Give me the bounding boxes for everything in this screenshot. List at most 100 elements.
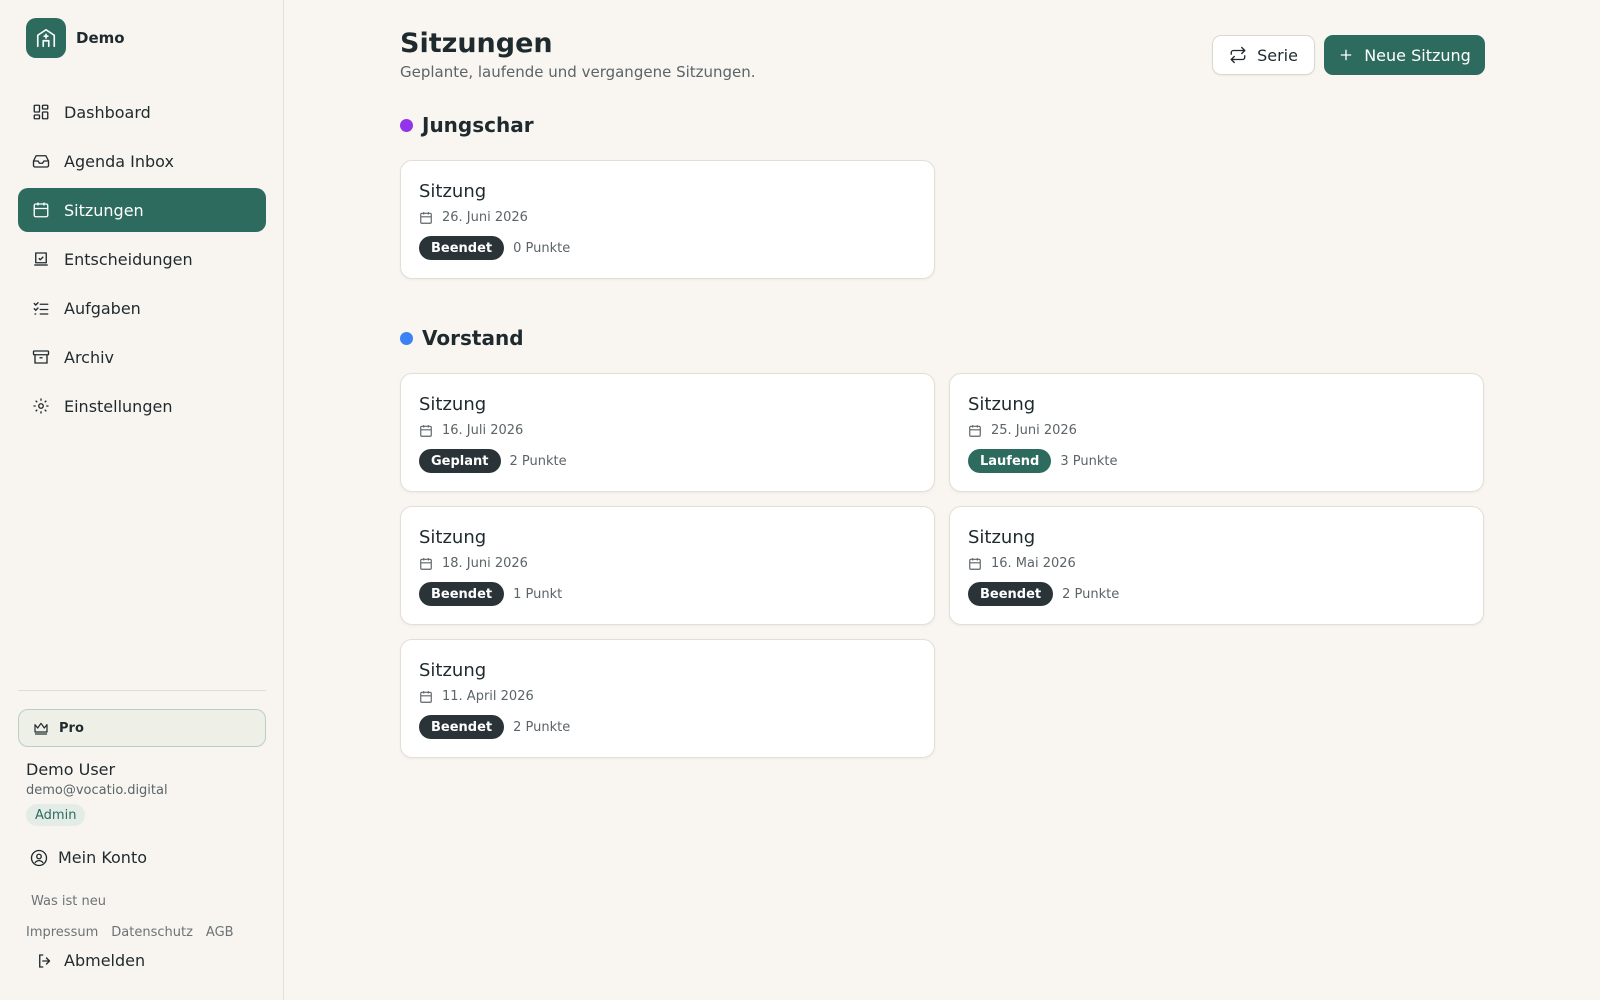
page-title: Sitzungen <box>400 28 553 59</box>
status-badge: Geplant <box>419 449 501 473</box>
status-badge: Beendet <box>968 582 1054 606</box>
sidebar-item-label: Sitzungen <box>64 200 144 220</box>
points-count: 2 Punkte <box>1062 586 1120 602</box>
meeting-card[interactable]: Sitzung 16. Mai 2026 Beendet 2 Punkte <box>949 506 1484 625</box>
meeting-meta: Laufend 3 Punkte <box>968 449 1117 473</box>
meeting-card[interactable]: Sitzung 18. Juni 2026 Beendet 1 Punkt <box>400 506 935 625</box>
impressum-link[interactable]: Impressum <box>26 925 98 940</box>
agb-link[interactable]: AGB <box>206 925 234 940</box>
meeting-title: Sitzung <box>968 527 1036 548</box>
sidebar-item-label: Aufgaben <box>64 298 141 318</box>
checklist-icon <box>33 302 49 315</box>
calendar-icon <box>969 424 981 437</box>
meeting-date-text: 18. Juni 2026 <box>442 556 528 571</box>
sidebar-item-label: Archiv <box>64 347 115 367</box>
meeting-title: Sitzung <box>419 181 487 202</box>
sidebar-item-entscheidungen[interactable]: Entscheidungen <box>18 237 266 281</box>
group-color-dot <box>400 331 413 345</box>
meeting-date-text: 11. April 2026 <box>442 689 534 704</box>
brand[interactable]: Demo <box>26 18 125 58</box>
plan-badge[interactable]: Pro <box>18 709 266 747</box>
meeting-meta: Beendet 1 Punkt <box>419 582 562 606</box>
new-meeting-label: Neue Sitzung <box>1364 45 1471 65</box>
sidebar-item-agenda-inbox[interactable]: Agenda Inbox <box>18 139 266 183</box>
sidebar-item-label: Entscheidungen <box>64 249 193 269</box>
plus-icon <box>1340 49 1352 61</box>
meeting-meta: Geplant 2 Punkte <box>419 449 567 473</box>
sidebar-nav: Dashboard Agenda Inbox Sitzungen Entsche… <box>18 90 266 433</box>
points-count: 2 Punkte <box>509 453 567 469</box>
user-email: demo@vocatio.digital <box>26 783 168 798</box>
sidebar-divider <box>18 690 266 691</box>
calendar-icon <box>420 690 432 703</box>
sidebar-item-einstellungen[interactable]: Einstellungen <box>18 384 266 428</box>
group-title-vorstand: Vorstand <box>400 326 524 350</box>
page-subtitle: Geplante, laufende und vergangene Sitzun… <box>400 63 756 81</box>
group-color-dot <box>400 118 413 132</box>
status-badge: Laufend <box>968 449 1052 473</box>
account-link[interactable]: Mein Konto <box>30 848 147 867</box>
meeting-meta: Beendet 0 Punkte <box>419 236 570 260</box>
meeting-date-text: 25. Juni 2026 <box>991 423 1077 438</box>
brand-name: Demo <box>76 29 125 47</box>
status-badge: Beendet <box>419 715 505 739</box>
crown-icon <box>34 722 48 735</box>
meeting-date: 16. Juli 2026 <box>419 423 523 438</box>
dashboard-icon <box>33 104 49 120</box>
plan-label: Pro <box>59 720 84 736</box>
meeting-date: 26. Juni 2026 <box>419 210 528 225</box>
building-icon <box>26 18 66 58</box>
footer-links: Impressum Datenschutz AGB <box>26 925 234 940</box>
user-circle-icon <box>30 849 48 866</box>
sidebar-item-label: Einstellungen <box>64 396 173 416</box>
meeting-card[interactable]: Sitzung 16. Juli 2026 Geplant 2 Punkte <box>400 373 935 492</box>
gear-icon <box>33 398 49 414</box>
sidebar-item-aufgaben[interactable]: Aufgaben <box>18 286 266 330</box>
meeting-meta: Beendet 2 Punkte <box>968 582 1119 606</box>
sidebar: Demo Dashboard Agenda Inbox Sitzungen En… <box>0 0 284 1000</box>
series-label: Serie <box>1257 45 1298 65</box>
datenschutz-link[interactable]: Datenschutz <box>111 925 193 940</box>
meeting-title: Sitzung <box>968 394 1036 415</box>
inbox-icon <box>32 155 50 168</box>
logout-icon <box>39 953 51 968</box>
meeting-card[interactable]: Sitzung 26. Juni 2026 Beendet 0 Punkte <box>400 160 935 279</box>
sidebar-item-dashboard[interactable]: Dashboard <box>18 90 266 134</box>
meeting-date: 16. Mai 2026 <box>968 556 1076 571</box>
role-badge: Admin <box>26 804 86 826</box>
points-count: 2 Punkte <box>513 719 571 735</box>
whats-new-link[interactable]: Was ist neu <box>31 894 106 909</box>
logout-label: Abmelden <box>64 951 146 970</box>
meeting-date: 25. Juni 2026 <box>968 423 1077 438</box>
sidebar-item-sitzungen[interactable]: Sitzungen <box>18 188 266 232</box>
series-button[interactable]: Serie <box>1212 35 1315 75</box>
sidebar-item-label: Agenda Inbox <box>64 151 174 171</box>
calendar-icon <box>420 211 432 224</box>
calendar-icon <box>420 424 432 437</box>
meeting-date: 11. April 2026 <box>419 689 534 704</box>
meeting-card[interactable]: Sitzung 11. April 2026 Beendet 2 Punkte <box>400 639 935 758</box>
calendar-icon <box>420 557 432 570</box>
sidebar-item-archiv[interactable]: Archiv <box>18 335 266 379</box>
logout-button[interactable]: Abmelden <box>36 951 145 970</box>
user-name: Demo User <box>26 760 116 779</box>
meeting-meta: Beendet 2 Punkte <box>419 715 570 739</box>
sidebar-item-label: Dashboard <box>64 102 151 122</box>
decision-icon <box>34 252 48 266</box>
calendar-icon <box>33 202 49 218</box>
repeat-icon <box>1230 46 1246 64</box>
meeting-title: Sitzung <box>419 660 487 681</box>
status-badge: Beendet <box>419 236 505 260</box>
meeting-date-text: 16. Mai 2026 <box>991 556 1076 571</box>
points-count: 3 Punkte <box>1060 453 1118 469</box>
meeting-date-text: 26. Juni 2026 <box>442 210 528 225</box>
meeting-card[interactable]: Sitzung 25. Juni 2026 Laufend 3 Punkte <box>949 373 1484 492</box>
group-name: Vorstand <box>422 326 524 350</box>
status-badge: Beendet <box>419 582 505 606</box>
meeting-title: Sitzung <box>419 527 487 548</box>
meeting-date-text: 16. Juli 2026 <box>442 423 524 438</box>
calendar-icon <box>969 557 981 570</box>
points-count: 0 Punkte <box>513 240 571 256</box>
new-meeting-button[interactable]: Neue Sitzung <box>1324 35 1485 75</box>
account-label: Mein Konto <box>58 848 148 867</box>
